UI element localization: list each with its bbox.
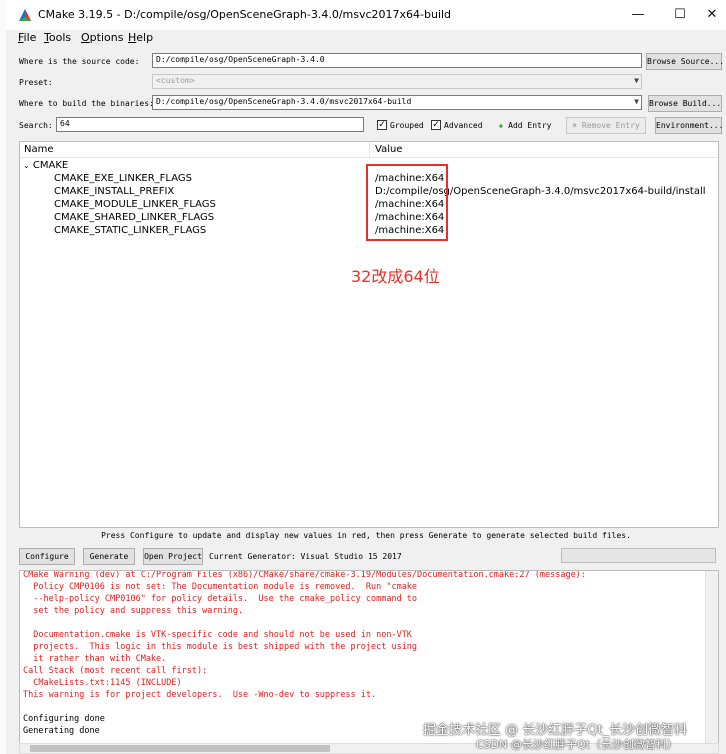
log-line: Call Stack (most recent call first): bbox=[23, 666, 208, 676]
add-entry-label: Add Entry bbox=[508, 121, 552, 130]
maximize-button[interactable]: ☐ bbox=[666, 4, 694, 26]
table-row-name[interactable]: CMAKE_INSTALL_PREFIX bbox=[54, 186, 174, 197]
preset-select[interactable]: <custom> ▼ bbox=[152, 74, 642, 89]
group-label: CMAKE bbox=[32, 160, 69, 171]
plus-icon: ✚ bbox=[498, 121, 504, 130]
open-project-button[interactable]: Open Project bbox=[143, 548, 203, 565]
table-row-name[interactable]: CMAKE_STATIC_LINKER_FLAGS bbox=[54, 225, 206, 236]
tree-header: Name Value bbox=[20, 142, 718, 158]
cache-entries-tree[interactable]: Name Value ⌄ CMAKE CMAKE_EXE_LINKER_FLAG… bbox=[19, 141, 719, 528]
log-line: CMake Warning (dev) at C:/Program Files … bbox=[23, 570, 586, 580]
log-line: CMakeLists.txt:1145 (INCLUDE) bbox=[23, 678, 182, 688]
log-line: Documentation.cmake is VTK-specific code… bbox=[23, 630, 412, 640]
browse-build-button[interactable]: Browse Build... bbox=[648, 95, 722, 112]
menu-tools-label: ools bbox=[48, 31, 72, 44]
watermark-csdn: CSDN @长沙红胖子Qt（长沙创微智科） bbox=[476, 738, 678, 751]
log-line: Configuring done bbox=[23, 714, 105, 724]
environment-button[interactable]: Environment... bbox=[655, 117, 723, 134]
progress-bar bbox=[561, 548, 716, 563]
minimize-button[interactable]: — bbox=[624, 4, 652, 26]
close-button[interactable]: ✕ bbox=[698, 4, 726, 26]
menu-file-label: ile bbox=[23, 31, 37, 44]
add-entry-button[interactable]: ✚ Add Entry bbox=[491, 117, 559, 134]
search-input[interactable]: 64 bbox=[56, 117, 364, 132]
group-row-cmake[interactable]: ⌄ CMAKE bbox=[23, 160, 68, 171]
chevron-down-icon[interactable]: ⌄ bbox=[23, 161, 30, 170]
table-row-name[interactable]: CMAKE_EXE_LINKER_FLAGS bbox=[54, 173, 192, 184]
menu-help-label: elp bbox=[136, 31, 154, 44]
column-header-value[interactable]: Value bbox=[375, 144, 402, 155]
highlight-box bbox=[366, 164, 448, 241]
log-line: Policy CMP0106 is not set: The Documenta… bbox=[23, 582, 418, 592]
log-line: set the policy and suppress this warning… bbox=[23, 606, 244, 616]
cmake-window: CMake 3.19.5 - D:/compile/osg/OpenSceneG… bbox=[6, 0, 726, 754]
configure-button[interactable]: Configure bbox=[19, 548, 75, 565]
current-generator-label: Current Generator: Visual Studio 15 2017 bbox=[209, 552, 402, 561]
menu-bar: File Tools Options Help bbox=[6, 30, 726, 48]
menu-file[interactable]: File bbox=[18, 31, 36, 44]
log-line: projects. This logic in this module is b… bbox=[23, 642, 418, 652]
remove-icon: ✖ bbox=[572, 121, 578, 130]
output-scrollbar[interactable] bbox=[705, 571, 718, 743]
log-line: This warning is for project developers. … bbox=[23, 690, 377, 700]
remove-entry-label: Remove Entry bbox=[581, 121, 640, 130]
chevron-down-icon: ▼ bbox=[634, 97, 639, 106]
build-path-combo[interactable]: D:/compile/osg/OpenSceneGraph-3.4.0/msvc… bbox=[152, 95, 642, 110]
chevron-down-icon: ▼ bbox=[634, 76, 639, 85]
table-row-name[interactable]: CMAKE_MODULE_LINKER_FLAGS bbox=[54, 199, 216, 210]
remove-entry-button[interactable]: ✖ Remove Entry bbox=[566, 117, 646, 134]
annotation-text: 32改成64位 bbox=[351, 267, 440, 286]
log-line: --help-policy CMP0106" for policy detail… bbox=[23, 594, 418, 604]
grouped-checkbox[interactable]: ✓ bbox=[377, 120, 387, 130]
menu-options-label: ptions bbox=[89, 31, 124, 44]
log-line: it rather than with CMake. bbox=[23, 654, 167, 664]
log-line: Generating done bbox=[23, 726, 100, 736]
output-log[interactable]: CMake Warning (dev) at C:/Program Files … bbox=[19, 570, 719, 744]
source-label: Where is the source code: bbox=[19, 57, 140, 66]
preset-value: <custom> bbox=[156, 76, 195, 85]
column-header-name[interactable]: Name bbox=[24, 144, 54, 155]
scrollbar-thumb[interactable] bbox=[30, 745, 330, 752]
grouped-label: Grouped bbox=[390, 121, 424, 130]
title-bar: CMake 3.19.5 - D:/compile/osg/OpenSceneG… bbox=[6, 0, 726, 30]
preset-label: Preset: bbox=[19, 78, 53, 87]
search-label: Search: bbox=[19, 121, 53, 130]
status-message: Press Configure to update and display ne… bbox=[101, 531, 631, 540]
build-label: Where to build the binaries: bbox=[19, 99, 154, 108]
advanced-checkbox[interactable]: ✓ bbox=[431, 120, 441, 130]
browse-source-button[interactable]: Browse Source... bbox=[646, 53, 724, 70]
generate-button[interactable]: Generate bbox=[83, 548, 135, 565]
menu-options[interactable]: Options bbox=[81, 31, 123, 44]
menu-help[interactable]: Help bbox=[128, 31, 153, 44]
menu-options-mnemonic: O bbox=[81, 31, 90, 44]
menu-tools[interactable]: Tools bbox=[44, 31, 71, 44]
window-title: CMake 3.19.5 - D:/compile/osg/OpenSceneG… bbox=[38, 8, 452, 21]
table-row-name[interactable]: CMAKE_SHARED_LINKER_FLAGS bbox=[54, 212, 214, 223]
advanced-label: Advanced bbox=[444, 121, 483, 130]
build-path-value: D:/compile/osg/OpenSceneGraph-3.4.0/msvc… bbox=[156, 97, 412, 106]
cmake-logo-icon bbox=[19, 9, 31, 21]
column-divider[interactable] bbox=[369, 142, 370, 157]
source-path-input[interactable]: D:/compile/osg/OpenSceneGraph-3.4.0 bbox=[152, 53, 642, 68]
